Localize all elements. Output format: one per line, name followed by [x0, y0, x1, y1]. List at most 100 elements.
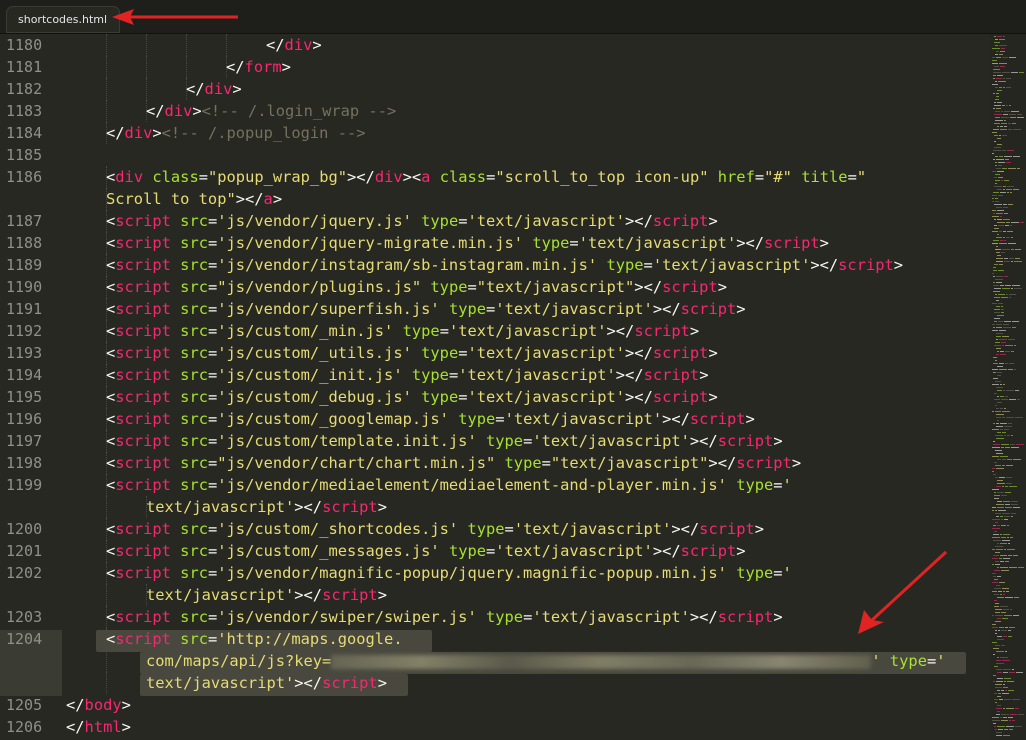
code-line[interactable]: Scroll to top"></a> [0, 188, 990, 210]
code-line[interactable]: 1181 </form> [0, 56, 990, 78]
minimap-stroke [995, 162, 997, 163]
minimap-stroke [992, 519, 1000, 520]
minimap-stroke [1002, 336, 1009, 337]
minimap-stroke [1012, 699, 1020, 700]
code-line[interactable]: 1192 <script src='js/custom/_min.js' type… [0, 320, 990, 342]
code-token: = [458, 212, 468, 230]
minimap-stroke [1011, 237, 1013, 238]
minimap-stroke [994, 393, 997, 394]
indent-guide [106, 56, 107, 78]
code-token: text/javascript' [146, 498, 295, 516]
minimap[interactable] [990, 34, 1026, 740]
code-line[interactable]: 1198 <script src="js/vendor/chart/chart.m… [0, 452, 990, 474]
code-line[interactable]: 1185 [0, 144, 990, 166]
minimap-stroke [1004, 429, 1009, 430]
code-line[interactable]: 1193 <script src='js/custom/_utils.js' ty… [0, 342, 990, 364]
minimap-stroke [1000, 423, 1007, 424]
code-text: <div class="popup_wrap_bg"></div><a clas… [106, 166, 866, 188]
code-line[interactable]: 1190 <script src="js/vendor/plugins.js" t… [0, 276, 990, 298]
minimap-stroke [995, 165, 997, 166]
minimap-stroke [996, 168, 1001, 169]
code-line[interactable]: 1199 <script src='js/vendor/mediaelement/… [0, 474, 990, 496]
code-token: > [699, 366, 709, 384]
code-line[interactable]: 1200 <script src='js/custom/_shortcodes.j… [0, 518, 990, 540]
indent-guide [146, 56, 147, 78]
code-token: < [106, 168, 116, 186]
minimap-stroke [994, 264, 998, 265]
code-token: > [708, 344, 718, 362]
code-token: src [180, 278, 208, 296]
code-line[interactable]: text/javascript'></script> [0, 672, 990, 694]
minimap-stroke [997, 543, 999, 544]
code-token: = [486, 542, 496, 560]
minimap-stroke [1001, 123, 1007, 124]
minimap-stroke [996, 348, 1001, 349]
code-line[interactable]: 1195 <script src='js/custom/_debug.js' ty… [0, 386, 990, 408]
code-line[interactable]: 1204 <script src='http://maps.google. [0, 628, 990, 650]
code-line[interactable]: 1188 <script src='js/vendor/jquery-migrat… [0, 232, 990, 254]
minimap-stroke [996, 78, 1002, 79]
minimap-stroke [993, 444, 1000, 445]
code-line[interactable]: 1196 <script src='js/custom/_googlemap.js… [0, 408, 990, 430]
minimap-stroke [1003, 669, 1011, 670]
code-token: type [421, 344, 459, 362]
minimap-stroke [1005, 225, 1009, 226]
code-line[interactable]: 1189 <script src='js/vendor/instagram/sb-… [0, 254, 990, 276]
code-line[interactable]: com/maps/api/js?key= ' type=' [0, 650, 990, 672]
code-line[interactable]: 1197 <script src='js/custom/template.init… [0, 430, 990, 452]
minimap-stroke [1005, 447, 1010, 448]
code-token: > [377, 674, 387, 692]
code-line[interactable]: 1183 </div><!-- /.login_wrap --> [0, 100, 990, 122]
code-token: > [708, 212, 718, 230]
code-line[interactable]: 1191 <script src='js/vendor/superfish.js'… [0, 298, 990, 320]
minimap-stroke [993, 327, 995, 328]
minimap-stroke [995, 201, 999, 202]
minimap-stroke [1002, 513, 1010, 514]
code-token: = [207, 388, 218, 406]
minimap-stroke [997, 351, 999, 352]
minimap-stroke [1003, 717, 1007, 718]
code-line[interactable]: 1186 <div class="popup_wrap_bg"></div><a … [0, 166, 990, 188]
code-line[interactable]: 1182 </div> [0, 78, 990, 100]
code-line[interactable]: 1202 <script src='js/vendor/magnific-popu… [0, 562, 990, 584]
minimap-stroke [992, 57, 995, 58]
code-line[interactable]: text/javascript'></script> [0, 584, 990, 606]
code-line[interactable]: 1201 <script src='js/custom/_messages.js'… [0, 540, 990, 562]
minimap-stroke [999, 477, 1005, 478]
minimap-stroke [996, 261, 1003, 262]
code-token: type [402, 322, 440, 340]
minimap-stroke [997, 567, 999, 568]
code-line[interactable]: 1180 </div> [0, 34, 990, 56]
minimap-stroke [1002, 540, 1010, 541]
minimap-stroke [1003, 87, 1005, 88]
code-line[interactable]: 1206 </html> [0, 716, 990, 738]
minimap-stroke [992, 48, 1000, 49]
code-line[interactable]: 1187 <script src='js/vendor/jquery.js' ty… [0, 210, 990, 232]
minimap-stroke [996, 438, 1004, 439]
code-token: type [736, 476, 774, 494]
minimap-stroke [1004, 120, 1006, 121]
minimap-stroke [1008, 339, 1015, 340]
code-line[interactable]: 1205 </body> [0, 694, 990, 716]
code-editor[interactable]: 1180 </div> 1181 </form> 1182 </div> 1183 </div… [0, 34, 990, 740]
code-line[interactable]: 1194 <script src='js/custom/_init.js' typ… [0, 364, 990, 386]
minimap-stroke [997, 696, 1001, 697]
code-token: src [180, 630, 208, 648]
minimap-stroke [996, 516, 999, 517]
code-token: > [754, 520, 765, 538]
minimap-stroke [997, 138, 1001, 139]
code-token: 'js/custom/_init.js' [217, 366, 403, 384]
minimap-stroke [1000, 66, 1005, 67]
minimap-stroke [996, 159, 1004, 160]
minimap-stroke [993, 159, 995, 160]
minimap-stroke [997, 126, 999, 127]
minimap-stroke [1004, 678, 1011, 679]
code-line[interactable]: 1203 <script src='js/vendor/swiper/swiper… [0, 606, 990, 628]
code-line[interactable]: 1184 </div><!-- /.popup_login --> [0, 122, 990, 144]
minimap-stroke [998, 270, 1004, 271]
code-line[interactable]: text/javascript'></script> [0, 496, 990, 518]
minimap-stroke [1011, 435, 1013, 436]
minimap-stroke [996, 354, 999, 355]
tab-shortcodes-html[interactable]: shortcodes.html [6, 6, 120, 33]
